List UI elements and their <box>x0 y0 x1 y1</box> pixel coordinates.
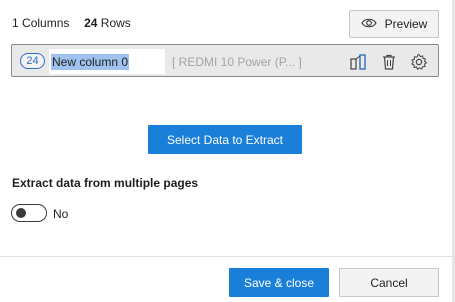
toggle-state-text: No <box>53 207 69 221</box>
dialog-footer: Save & close Cancel <box>0 256 452 302</box>
column-type-icon[interactable] <box>349 53 367 71</box>
extract-data-panel: 1 Columns 24 Rows Preview 24 New column … <box>0 0 455 302</box>
eye-icon <box>361 17 377 32</box>
preview-label: Preview <box>384 17 428 31</box>
cancel-button[interactable]: Cancel <box>339 268 439 297</box>
column-count-badge: 24 <box>20 53 45 69</box>
columns-label: Columns <box>22 16 70 30</box>
toggle-knob <box>16 208 26 218</box>
save-and-close-button[interactable]: Save & close <box>229 268 329 297</box>
table-summary: 1 Columns 24 Rows <box>12 16 131 30</box>
preview-button[interactable]: Preview <box>349 10 439 38</box>
select-data-to-extract-button[interactable]: Select Data to Extract <box>148 125 302 154</box>
multiple-pages-toggle[interactable] <box>11 204 47 222</box>
column-row: 24 New column 0 [ REDMI 10 Power (P... ] <box>11 44 439 77</box>
column-name-input[interactable]: New column 0 <box>49 49 165 74</box>
column-sample-value: [ REDMI 10 Power (P... ] <box>172 55 302 69</box>
trash-icon[interactable] <box>380 53 398 71</box>
rows-label: Rows <box>100 16 131 30</box>
rows-count: 24 <box>84 16 98 30</box>
column-name-selected-text: New column 0 <box>51 53 130 70</box>
columns-count: 1 <box>12 16 19 30</box>
gear-icon[interactable] <box>410 53 428 71</box>
multiple-pages-label: Extract data from multiple pages <box>12 176 199 190</box>
